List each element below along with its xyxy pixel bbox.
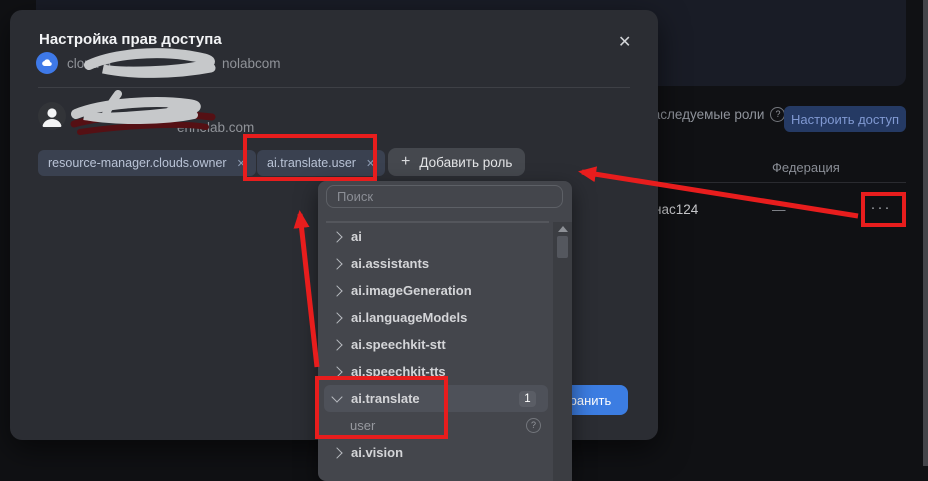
row-actions-ellipsis-button[interactable]: ··· <box>866 197 896 217</box>
role-item-ai.imageGeneration[interactable]: ai.imageGeneration <box>318 277 553 304</box>
chevron-right-icon <box>331 258 342 269</box>
role-item-ai.vision[interactable]: ai.vision <box>318 439 553 466</box>
chevron-right-icon <box>331 339 342 350</box>
chevron-right-icon <box>331 366 342 377</box>
inherited-roles-label: Наследуемые роли <box>643 107 764 122</box>
user-avatar <box>38 102 66 130</box>
role-item-label: ai.assistants <box>351 256 429 271</box>
table-row-name: нас124 <box>654 202 698 217</box>
redacted-scribble <box>66 90 218 142</box>
chevron-right-icon <box>331 312 342 323</box>
role-chip-label: ai.translate.user <box>267 156 356 170</box>
role-item-ai.speechkit-stt[interactable]: ai.speechkit-stt <box>318 331 553 358</box>
role-item-user[interactable]: user? <box>318 412 553 439</box>
role-item-ai[interactable]: ai <box>318 223 553 250</box>
role-item-ai.translate[interactable]: ai.translate 1 <box>324 385 548 412</box>
close-icon[interactable]: ✕ <box>616 30 633 54</box>
federation-column-header: Федерация <box>772 160 840 175</box>
chevron-right-icon <box>331 231 342 242</box>
chevron-right-icon <box>331 285 342 296</box>
chevron-right-icon <box>331 447 342 458</box>
page-scrollbar[interactable] <box>923 0 928 466</box>
role-help-icon[interactable]: ? <box>526 418 541 433</box>
scroll-up-icon[interactable] <box>558 226 568 232</box>
role-item-label: ai <box>351 229 362 244</box>
redacted-scribble <box>83 47 225 79</box>
chevron-down-icon <box>331 391 342 402</box>
modal-divider <box>38 87 630 88</box>
search-input[interactable] <box>326 185 563 208</box>
role-item-ai.languageModels[interactable]: ai.languageModels <box>318 304 553 331</box>
role-select-dropdown: ai ai.assistants ai.imageGeneration ai.lang… <box>318 181 572 481</box>
modal-title: Настройка прав доступа <box>39 31 222 48</box>
role-item-ai.speechkit-tts[interactable]: ai.speechkit-tts <box>318 358 553 385</box>
role-item-label: ai.vision <box>351 445 403 460</box>
remove-role-icon[interactable]: ✕ <box>366 157 375 170</box>
role-item-label: ai.speechkit-tts <box>351 364 446 379</box>
configure-access-button[interactable]: Настроить доступ <box>784 106 906 132</box>
table-row-federation-value: — <box>772 202 786 217</box>
role-item-label: ai.translate <box>351 391 420 406</box>
role-item-label: user <box>350 418 375 433</box>
role-chip-label: resource-manager.clouds.owner <box>48 156 227 170</box>
add-role-label: Добавить роль <box>419 155 512 170</box>
role-item-label: ai.imageGeneration <box>351 283 472 298</box>
dropdown-scrollbar[interactable] <box>553 222 572 481</box>
role-item-label: ai.languageModels <box>351 310 467 325</box>
role-chip-ai-translate-user[interactable]: ai.translate.user ✕ <box>257 150 385 176</box>
selected-count-badge: 1 <box>519 391 536 407</box>
plus-icon: + <box>401 153 410 171</box>
add-role-button[interactable]: + Добавить роль <box>388 148 525 176</box>
role-item-label: ai.speechkit-stt <box>351 337 446 352</box>
role-item-ai.assistants[interactable]: ai.assistants <box>318 250 553 277</box>
role-chip-clouds-owner[interactable]: resource-manager.clouds.owner ✕ <box>38 150 256 176</box>
role-list: ai ai.assistants ai.imageGeneration ai.lang… <box>318 223 553 466</box>
inherited-roles-label-group: Наследуемые роли ? <box>643 107 785 122</box>
cloud-name-suffix: nolabcom <box>222 56 281 71</box>
remove-role-icon[interactable]: ✕ <box>237 157 246 170</box>
scrollbar-thumb[interactable] <box>557 236 568 258</box>
cloud-icon <box>36 52 58 74</box>
